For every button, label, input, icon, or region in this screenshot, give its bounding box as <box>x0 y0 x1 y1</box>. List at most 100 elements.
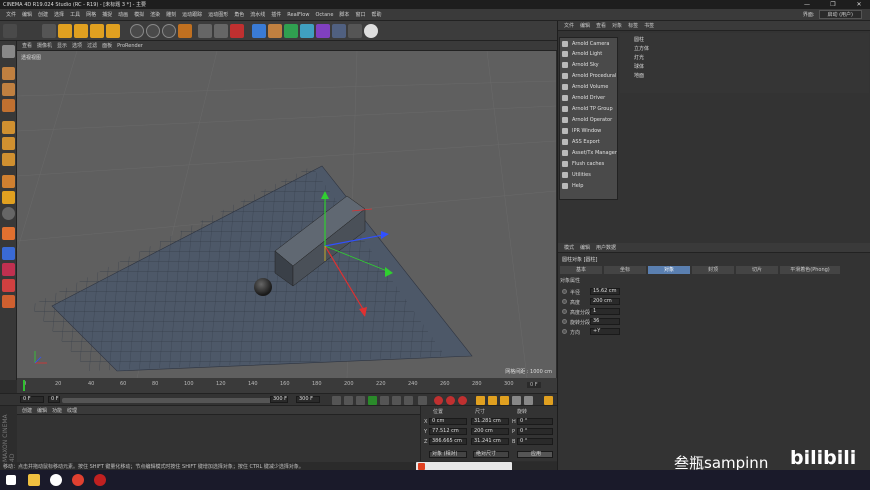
key-scale-icon[interactable] <box>488 396 497 405</box>
size-mode-select[interactable]: 绝对尺寸 <box>473 451 509 458</box>
tab-phong[interactable]: 平滑着色(Phong) <box>780 266 840 274</box>
attr-menu-edit[interactable]: 编辑 <box>580 244 590 251</box>
chrome-icon[interactable] <box>72 474 84 486</box>
record-icon[interactable] <box>434 396 443 405</box>
menu-item-ipr-window[interactable]: IPR Window <box>560 126 617 136</box>
timeline[interactable]: 0 20 40 60 80 100 120 140 160 180 200 22… <box>17 378 557 393</box>
maximize-button[interactable]: ❐ <box>824 0 842 9</box>
position-z-field[interactable]: 386.665 cm <box>429 438 467 445</box>
keyframe-selection-icon[interactable] <box>458 396 467 405</box>
undo-icon[interactable] <box>3 24 17 38</box>
edges-mode-icon[interactable] <box>2 137 15 150</box>
object-row[interactable]: 圆柱 <box>620 36 869 44</box>
camera-icon[interactable] <box>348 24 362 38</box>
sogou-icon[interactable] <box>418 463 425 470</box>
menu-item-asset-tx-manager[interactable]: Asset/Tx Manager <box>560 148 617 158</box>
lock-icon[interactable] <box>2 263 15 276</box>
minimize-button[interactable]: — <box>798 0 816 9</box>
menu-item-arnold-sky[interactable]: Arnold Sky <box>560 60 617 70</box>
playhead[interactable] <box>23 380 25 391</box>
autokey-icon[interactable] <box>446 396 455 405</box>
menu-item-arnold-light[interactable]: Arnold Light <box>560 49 617 59</box>
keyframe-dot[interactable] <box>562 299 567 304</box>
paint-icon[interactable] <box>2 295 15 308</box>
file-explorer-icon[interactable] <box>28 474 40 486</box>
windows-start-icon[interactable] <box>6 475 16 485</box>
subdivision-icon[interactable] <box>284 24 298 38</box>
vp-menu-display[interactable]: 显示 <box>57 42 67 49</box>
perspective-viewport[interactable]: 透视视图 网格间距 : 1000 cm <box>17 51 556 378</box>
menu-simulate[interactable]: 模拟 <box>134 11 144 18</box>
menu-item-help[interactable]: Help <box>560 181 617 191</box>
tab-coord[interactable]: 坐标 <box>604 266 646 274</box>
menu-item-arnold-tp-group[interactable]: Arnold TP Group <box>560 104 617 114</box>
menu-edit[interactable]: 编辑 <box>22 11 32 18</box>
next-key-icon[interactable] <box>392 396 401 405</box>
position-y-field[interactable]: 77.512 cm <box>429 428 467 435</box>
scale-icon[interactable] <box>74 24 88 38</box>
render-view-icon[interactable] <box>198 24 212 38</box>
deformer-icon[interactable] <box>316 24 330 38</box>
timeline-ruler[interactable]: 0 20 40 60 80 100 120 140 160 180 200 22… <box>17 380 557 390</box>
mat-menu-edit[interactable]: 编辑 <box>37 407 47 414</box>
y-axis-lock-icon[interactable] <box>146 24 160 38</box>
height-segments-field[interactable]: 1 <box>590 308 620 315</box>
keyframe-dot[interactable] <box>562 289 567 294</box>
menu-realflow[interactable]: RealFlow <box>287 12 309 18</box>
menu-create[interactable]: 创建 <box>38 11 48 18</box>
menu-plugins[interactable]: 插件 <box>271 11 281 18</box>
go-start-icon[interactable] <box>332 396 341 405</box>
menu-select[interactable]: 选择 <box>54 11 64 18</box>
menu-script[interactable]: 脚本 <box>339 11 349 18</box>
size-y-field[interactable]: 200 cm <box>471 428 509 435</box>
prev-key-icon[interactable] <box>344 396 353 405</box>
key-parameter-icon[interactable] <box>512 396 521 405</box>
select-cursor-icon[interactable] <box>42 24 56 38</box>
vp-menu-panel[interactable]: 面板 <box>102 42 112 49</box>
floor-plane[interactable] <box>24 165 473 372</box>
start-frame-field[interactable]: 0 F <box>48 396 60 403</box>
menu-window[interactable]: 窗口 <box>355 11 365 18</box>
object-row[interactable]: 地面 <box>620 72 869 80</box>
key-position-icon[interactable] <box>476 396 485 405</box>
mat-menu-function[interactable]: 功能 <box>52 407 62 414</box>
go-end-icon[interactable] <box>404 396 413 405</box>
menu-file[interactable]: 文件 <box>6 11 16 18</box>
keyframe-dot[interactable] <box>562 329 567 334</box>
menu-render[interactable]: 渲染 <box>150 11 160 18</box>
vp-menu-camera[interactable]: 摄像机 <box>37 42 52 49</box>
polygons-mode-icon[interactable] <box>2 153 15 166</box>
texture-mode-icon[interactable] <box>2 83 15 96</box>
attr-menu-mode[interactable]: 模式 <box>564 244 574 251</box>
menu-item-arnold-driver[interactable]: Arnold Driver <box>560 93 617 103</box>
size-z-field[interactable]: 31.241 cm <box>471 438 509 445</box>
make-editable-icon[interactable] <box>2 45 15 58</box>
model-mode-icon[interactable] <box>2 67 15 80</box>
rotation-segments-field[interactable]: 36 <box>590 318 620 325</box>
menu-sculpt[interactable]: 雕刻 <box>166 11 176 18</box>
current-frame-field[interactable]: 0 F <box>20 396 44 403</box>
object-row[interactable]: 球体 <box>620 63 869 71</box>
tweak-mode-icon[interactable] <box>2 207 15 220</box>
menu-mograph[interactable]: 运动图形 <box>208 11 228 18</box>
coord-mode-select[interactable]: 对象 (相对) <box>429 451 467 458</box>
menu-snap[interactable]: 捕捉 <box>102 11 112 18</box>
max-frame-field[interactable]: 300 F <box>296 396 320 403</box>
keyframe-dot[interactable] <box>562 319 567 324</box>
apply-button[interactable]: 应用 <box>517 451 553 458</box>
workplane-icon[interactable] <box>2 99 15 112</box>
menu-item-flush-caches[interactable]: Flush caches <box>560 159 617 169</box>
menu-item-arnold-procedural[interactable]: Arnold Procedural <box>560 71 617 81</box>
vp-menu-options[interactable]: 选项 <box>72 42 82 49</box>
keyframe-dot[interactable] <box>562 309 567 314</box>
om-menu-object[interactable]: 对象 <box>612 22 622 29</box>
range-slider[interactable] <box>62 398 278 403</box>
rotate-icon[interactable] <box>90 24 104 38</box>
vp-menu-filter[interactable]: 过滤 <box>87 42 97 49</box>
rotation-b-field[interactable]: 0 ° <box>517 438 553 445</box>
position-x-field[interactable]: 0 cm <box>429 418 467 425</box>
tab-basic[interactable]: 基本 <box>560 266 602 274</box>
menu-mesh[interactable]: 网格 <box>86 11 96 18</box>
key-pla-icon[interactable] <box>524 396 533 405</box>
end-frame-field[interactable]: 300 F <box>270 396 288 403</box>
